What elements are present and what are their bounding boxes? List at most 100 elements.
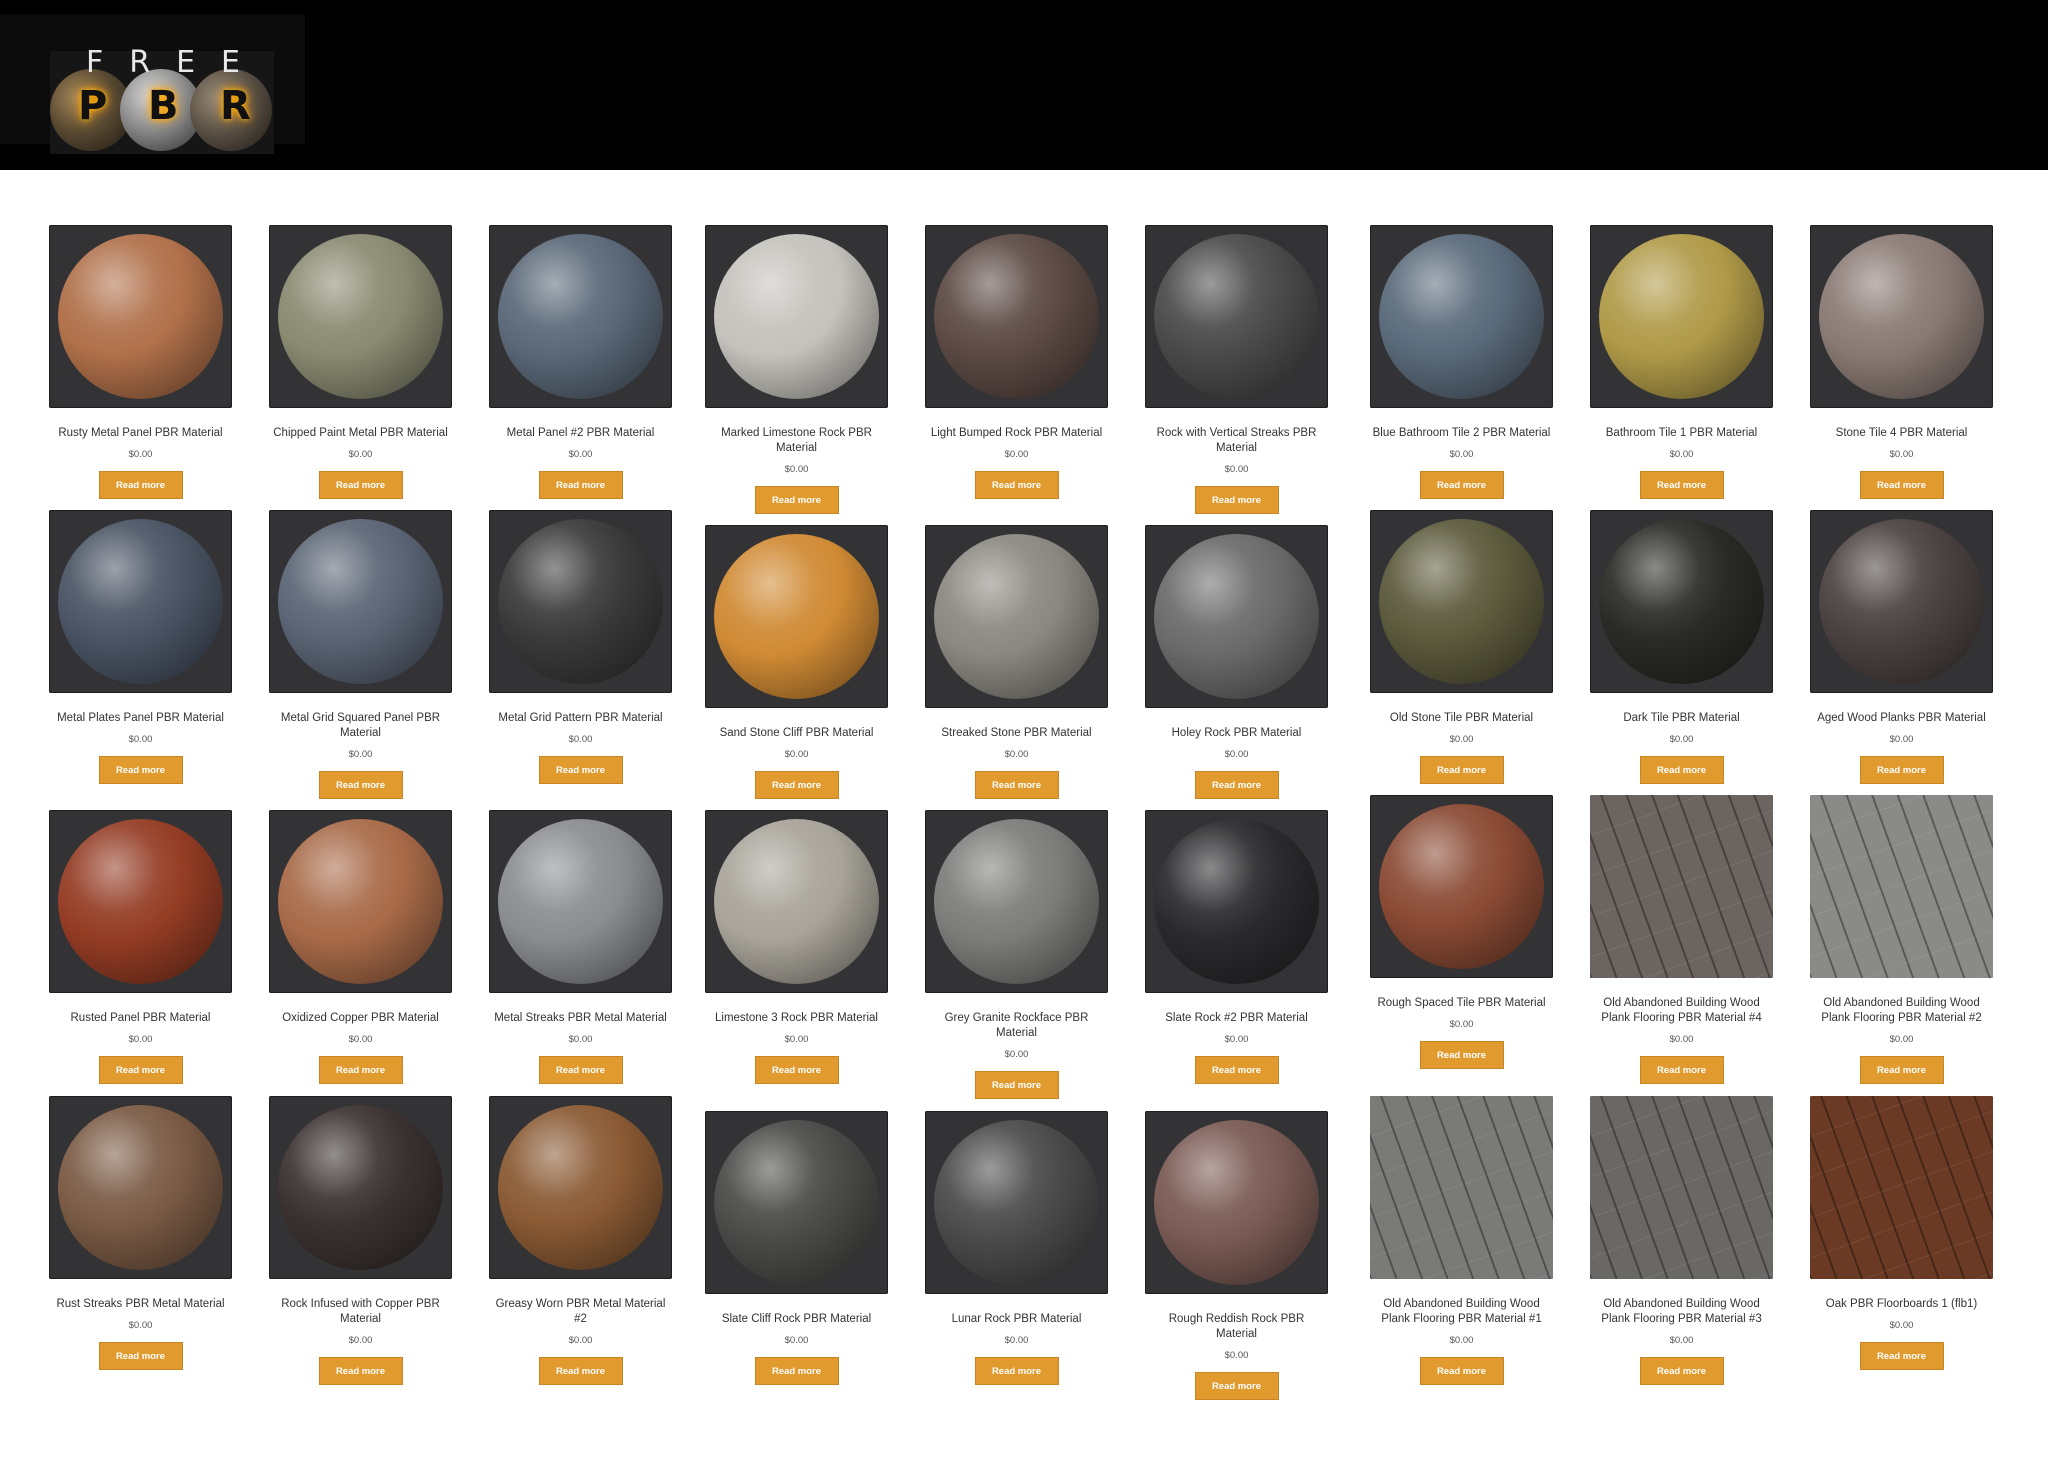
read-more-button[interactable]: Read more <box>974 1357 1059 1385</box>
product-thumbnail[interactable] <box>705 525 888 708</box>
product-thumbnail[interactable] <box>1810 225 1993 408</box>
product-thumbnail[interactable] <box>269 1096 452 1279</box>
product-thumbnail[interactable] <box>1810 510 1993 693</box>
product-thumbnail[interactable] <box>705 1111 888 1294</box>
product-thumbnail[interactable] <box>705 225 888 408</box>
product-thumbnail[interactable] <box>1370 225 1553 408</box>
product-thumbnail[interactable] <box>1370 1096 1553 1279</box>
read-more-button[interactable]: Read more <box>538 1056 623 1084</box>
product-thumbnail[interactable] <box>1370 510 1553 693</box>
read-more-button[interactable]: Read more <box>754 1357 839 1385</box>
read-more-button[interactable]: Read more <box>1639 471 1724 499</box>
read-more-button[interactable]: Read more <box>1859 756 1944 784</box>
read-more-button[interactable]: Read more <box>754 771 839 799</box>
read-more-button[interactable]: Read more <box>1639 756 1724 784</box>
product-title[interactable]: Grey Granite Rockface PBR Material <box>925 1011 1108 1041</box>
product-thumbnail[interactable] <box>49 510 232 693</box>
product-title[interactable]: Dark Tile PBR Material <box>1590 711 1773 726</box>
read-more-button[interactable]: Read more <box>318 1056 403 1084</box>
read-more-button[interactable]: Read more <box>538 1357 623 1385</box>
read-more-button[interactable]: Read more <box>1419 756 1504 784</box>
product-title[interactable]: Slate Cliff Rock PBR Material <box>705 1312 888 1327</box>
read-more-button[interactable]: Read more <box>98 471 183 499</box>
read-more-button[interactable]: Read more <box>1194 1372 1279 1400</box>
product-thumbnail[interactable] <box>1145 525 1328 708</box>
product-thumbnail[interactable] <box>269 510 452 693</box>
product-thumbnail[interactable] <box>49 1096 232 1279</box>
product-title[interactable]: Metal Grid Squared Panel PBR Material <box>269 711 452 741</box>
product-thumbnail[interactable] <box>1810 1096 1993 1279</box>
product-title[interactable]: Rock with Vertical Streaks PBR Material <box>1145 426 1328 456</box>
product-title[interactable]: Old Abandoned Building Wood Plank Floori… <box>1590 1297 1773 1327</box>
product-thumbnail[interactable] <box>1590 225 1773 408</box>
product-title[interactable]: Rusty Metal Panel PBR Material <box>49 426 232 441</box>
product-title[interactable]: Old Abandoned Building Wood Plank Floori… <box>1590 996 1773 1026</box>
product-title[interactable]: Slate Rock #2 PBR Material <box>1145 1011 1328 1026</box>
read-more-button[interactable]: Read more <box>1194 486 1279 514</box>
read-more-button[interactable]: Read more <box>1639 1056 1724 1084</box>
product-thumbnail[interactable] <box>269 225 452 408</box>
product-title[interactable]: Metal Grid Pattern PBR Material <box>489 711 672 726</box>
product-thumbnail[interactable] <box>1590 1096 1773 1279</box>
read-more-button[interactable]: Read more <box>1419 471 1504 499</box>
read-more-button[interactable]: Read more <box>318 471 403 499</box>
read-more-button[interactable]: Read more <box>1859 1342 1944 1370</box>
product-thumbnail[interactable] <box>1145 225 1328 408</box>
product-thumbnail[interactable] <box>49 810 232 993</box>
product-title[interactable]: Limestone 3 Rock PBR Material <box>705 1011 888 1026</box>
read-more-button[interactable]: Read more <box>538 471 623 499</box>
product-title[interactable]: Chipped Paint Metal PBR Material <box>269 426 452 441</box>
product-thumbnail[interactable] <box>489 510 672 693</box>
read-more-button[interactable]: Read more <box>1419 1357 1504 1385</box>
product-title[interactable]: Metal Panel #2 PBR Material <box>489 426 672 441</box>
read-more-button[interactable]: Read more <box>974 1071 1059 1099</box>
product-title[interactable]: Rock Infused with Copper PBR Material <box>269 1297 452 1327</box>
read-more-button[interactable]: Read more <box>974 471 1059 499</box>
read-more-button[interactable]: Read more <box>1419 1041 1504 1069</box>
product-thumbnail[interactable] <box>489 810 672 993</box>
product-title[interactable]: Metal Streaks PBR Metal Material <box>489 1011 672 1026</box>
read-more-button[interactable]: Read more <box>1859 1056 1944 1084</box>
product-thumbnail[interactable] <box>269 810 452 993</box>
read-more-button[interactable]: Read more <box>98 756 183 784</box>
product-title[interactable]: Greasy Worn PBR Metal Material #2 <box>489 1297 672 1327</box>
product-thumbnail[interactable] <box>1145 1111 1328 1294</box>
product-title[interactable]: Oxidized Copper PBR Material <box>269 1011 452 1026</box>
product-title[interactable]: Rough Spaced Tile PBR Material <box>1370 996 1553 1011</box>
product-title[interactable]: Metal Plates Panel PBR Material <box>49 711 232 726</box>
product-thumbnail[interactable] <box>925 525 1108 708</box>
product-title[interactable]: Aged Wood Planks PBR Material <box>1810 711 1993 726</box>
product-thumbnail[interactable] <box>925 810 1108 993</box>
product-thumbnail[interactable] <box>705 810 888 993</box>
product-thumbnail[interactable] <box>1810 795 1993 978</box>
product-title[interactable]: Rusted Panel PBR Material <box>49 1011 232 1026</box>
product-thumbnail[interactable] <box>489 1096 672 1279</box>
product-thumbnail[interactable] <box>49 225 232 408</box>
product-thumbnail[interactable] <box>1145 810 1328 993</box>
product-title[interactable]: Light Bumped Rock PBR Material <box>925 426 1108 441</box>
product-title[interactable]: Sand Stone Cliff PBR Material <box>705 726 888 741</box>
read-more-button[interactable]: Read more <box>98 1342 183 1370</box>
read-more-button[interactable]: Read more <box>974 771 1059 799</box>
product-title[interactable]: Marked Limestone Rock PBR Material <box>705 426 888 456</box>
product-title[interactable]: Old Abandoned Building Wood Plank Floori… <box>1810 996 1993 1026</box>
product-title[interactable]: Rust Streaks PBR Metal Material <box>49 1297 232 1312</box>
product-thumbnail[interactable] <box>925 1111 1108 1294</box>
read-more-button[interactable]: Read more <box>1639 1357 1724 1385</box>
read-more-button[interactable]: Read more <box>538 756 623 784</box>
product-title[interactable]: Oak PBR Floorboards 1 (flb1) <box>1810 1297 1993 1312</box>
product-title[interactable]: Stone Tile 4 PBR Material <box>1810 426 1993 441</box>
product-thumbnail[interactable] <box>1370 795 1553 978</box>
product-thumbnail[interactable] <box>1590 795 1773 978</box>
product-title[interactable]: Blue Bathroom Tile 2 PBR Material <box>1370 426 1553 441</box>
read-more-button[interactable]: Read more <box>318 1357 403 1385</box>
product-title[interactable]: Streaked Stone PBR Material <box>925 726 1108 741</box>
product-title[interactable]: Holey Rock PBR Material <box>1145 726 1328 741</box>
product-title[interactable]: Old Abandoned Building Wood Plank Floori… <box>1370 1297 1553 1327</box>
read-more-button[interactable]: Read more <box>1194 771 1279 799</box>
product-thumbnail[interactable] <box>1590 510 1773 693</box>
read-more-button[interactable]: Read more <box>1859 471 1944 499</box>
product-title[interactable]: Old Stone Tile PBR Material <box>1370 711 1553 726</box>
read-more-button[interactable]: Read more <box>98 1056 183 1084</box>
read-more-button[interactable]: Read more <box>754 1056 839 1084</box>
